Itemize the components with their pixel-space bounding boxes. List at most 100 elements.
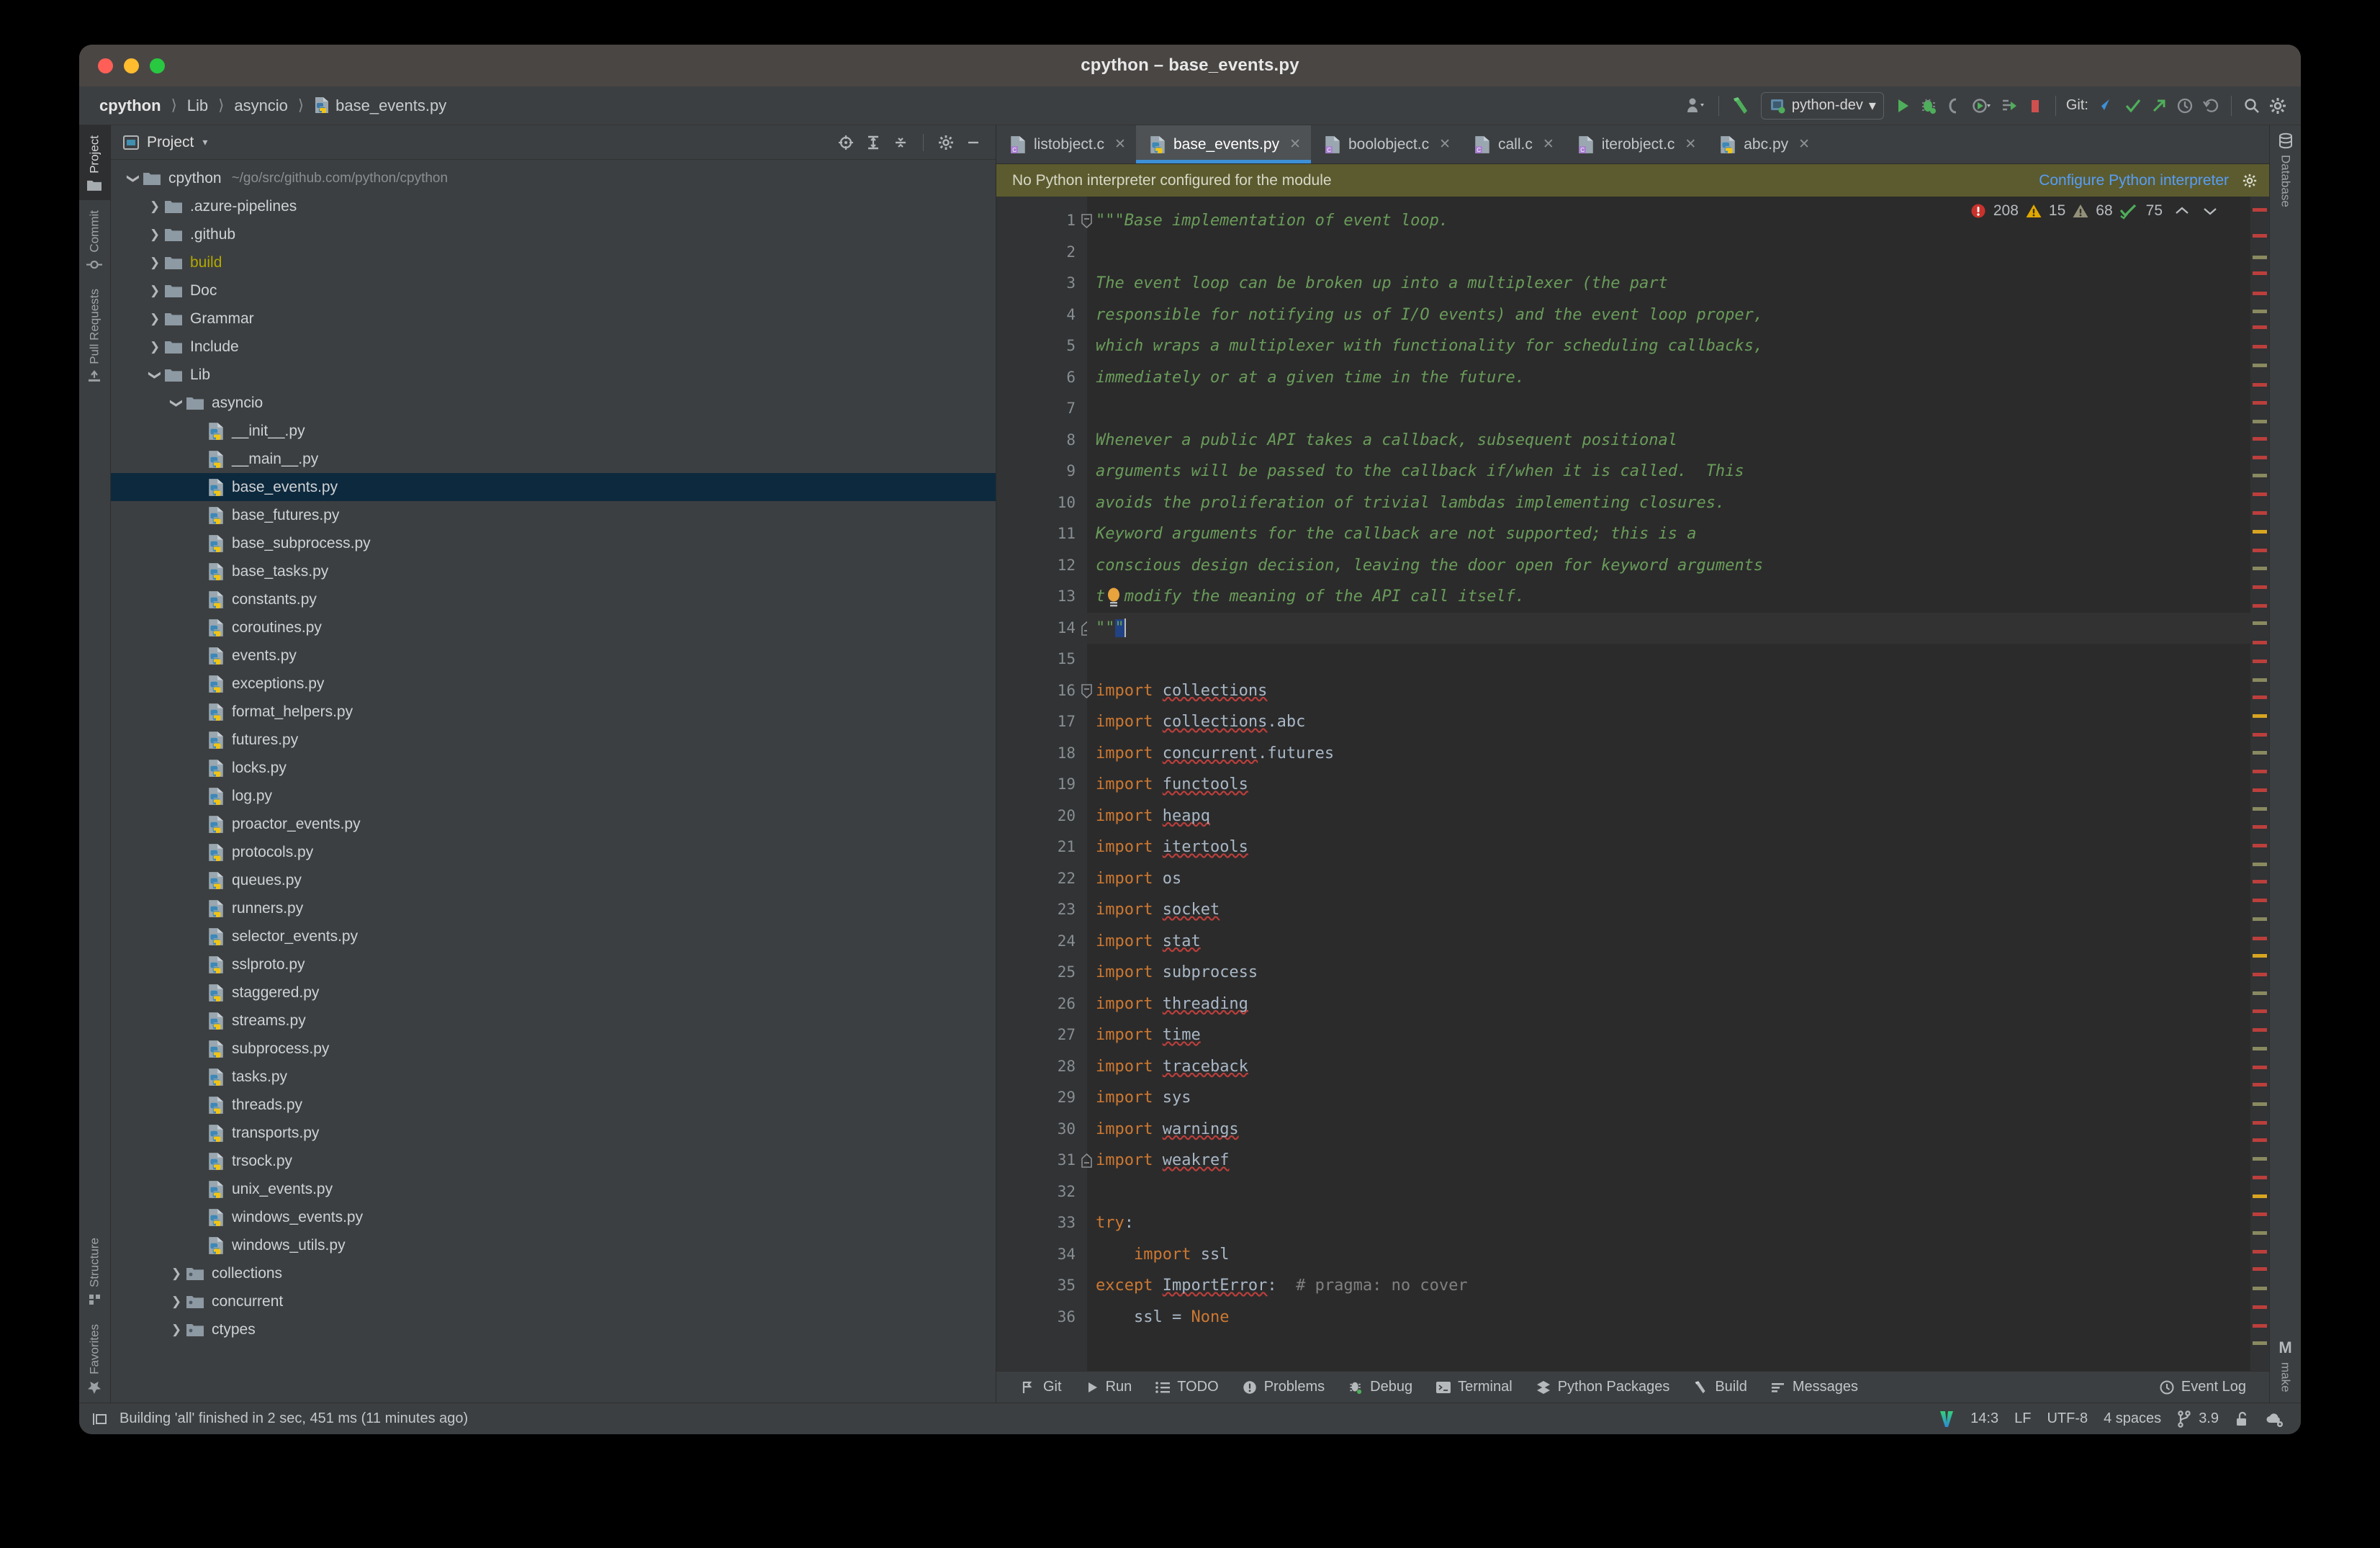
run-icon[interactable] xyxy=(1890,91,1916,120)
gear-icon[interactable] xyxy=(2265,91,2291,120)
tree-file-row[interactable]: tasks.py xyxy=(111,1063,996,1091)
sidebar-item-database[interactable]: Database xyxy=(2270,125,2301,217)
error-stripe-mark[interactable] xyxy=(2253,1027,2267,1032)
close-tab-icon[interactable]: ✕ xyxy=(1798,136,1810,153)
chevron-right-icon[interactable]: ❯ xyxy=(145,284,164,298)
code-line[interactable]: import warnings xyxy=(1087,1114,2250,1146)
twb-item-messages[interactable]: Messages xyxy=(1759,1379,1870,1395)
chevron-down-icon[interactable] xyxy=(2201,205,2219,217)
error-stripe-scrollbar[interactable] xyxy=(2250,197,2269,1371)
twb-item-build[interactable]: Build xyxy=(1681,1379,1758,1395)
project-tree[interactable]: ❯ cpython ~/go/src/github.com/python/cpyth… xyxy=(111,160,996,1403)
inspections-widget[interactable]: 208 15 68 75 xyxy=(1970,202,2219,220)
error-stripe-mark[interactable] xyxy=(2253,1102,2267,1106)
history-icon[interactable] xyxy=(2172,91,2198,120)
tree-file-row[interactable]: base_futures.py xyxy=(111,501,996,529)
line-number[interactable]: 8 xyxy=(996,425,1087,456)
code-line[interactable]: """ xyxy=(1087,612,2250,644)
error-stripe-mark[interactable] xyxy=(2253,733,2267,737)
error-stripe-mark[interactable] xyxy=(2253,271,2267,276)
chevron-down-icon[interactable]: ❯ xyxy=(169,394,184,413)
intention-bulb-icon[interactable] xyxy=(1106,587,1122,607)
debug-icon[interactable] xyxy=(1916,91,1942,120)
error-stripe-mark[interactable] xyxy=(2253,1009,2267,1013)
window-controls[interactable] xyxy=(98,58,165,73)
line-number[interactable]: 36 xyxy=(996,1302,1087,1333)
gear-icon[interactable] xyxy=(2242,173,2258,189)
twb-item-event-log[interactable]: Event Log xyxy=(2147,1379,2258,1395)
attach-process-icon[interactable] xyxy=(1942,91,1967,120)
gear-icon[interactable] xyxy=(934,130,958,155)
tree-file-row[interactable]: subprocess.py xyxy=(111,1035,996,1063)
error-stripe-mark[interactable] xyxy=(2253,325,2267,330)
line-number[interactable]: 5 xyxy=(996,330,1087,362)
editor-tab-abc-py[interactable]: abc.py ✕ xyxy=(1706,125,1820,163)
error-stripe-mark[interactable] xyxy=(2253,473,2267,477)
line-number[interactable]: 15 xyxy=(996,644,1087,675)
cloud-settings-icon[interactable] xyxy=(2265,1410,2285,1428)
error-stripe-mark[interactable] xyxy=(2253,292,2267,296)
tree-file-row[interactable]: exceptions.py xyxy=(111,670,996,698)
code-line[interactable]: t modify the meaning of the API call its… xyxy=(1087,581,2250,613)
tree-file-row[interactable]: queues.py xyxy=(111,866,996,894)
breadcrumb-item-asyncio[interactable]: asyncio xyxy=(230,95,292,117)
sidebar-item-favorites[interactable]: Favorites xyxy=(79,1314,110,1403)
close-tab-icon[interactable]: ✕ xyxy=(1543,136,1554,153)
tree-folder-row[interactable]: ❯ build xyxy=(111,248,996,276)
line-number[interactable]: 23 xyxy=(996,894,1087,926)
error-stripe-mark[interactable] xyxy=(2253,234,2267,238)
breadcrumb-item-cpython[interactable]: cpython xyxy=(95,95,166,117)
tree-file-row[interactable]: format_helpers.py xyxy=(111,698,996,726)
code-line[interactable]: import collections.abc xyxy=(1087,706,2250,738)
error-stripe-mark[interactable] xyxy=(2253,363,2267,367)
code-line[interactable]: import concurrent.futures xyxy=(1087,738,2250,770)
line-number[interactable]: 4 xyxy=(996,300,1087,331)
line-number[interactable]: 19 xyxy=(996,769,1087,801)
editor-tab-base-events-py[interactable]: base_events.py ✕ xyxy=(1135,125,1312,163)
close-tab-icon[interactable]: ✕ xyxy=(1114,136,1126,153)
error-stripe-mark[interactable] xyxy=(2253,1250,2267,1254)
code-line[interactable]: except ImportError: # pragma: no cover xyxy=(1087,1270,2250,1302)
line-number[interactable]: 30 xyxy=(996,1114,1087,1146)
configure-interpreter-link[interactable]: Configure Python interpreter xyxy=(2039,172,2229,189)
sidebar-item-pull-requests[interactable]: Pull Requests xyxy=(79,279,110,391)
line-number[interactable]: 10 xyxy=(996,487,1087,519)
twb-item-todo[interactable]: TODO xyxy=(1143,1379,1230,1395)
error-stripe-mark[interactable] xyxy=(2253,456,2267,460)
line-number[interactable]: 6 xyxy=(996,362,1087,394)
twb-item-python-packages[interactable]: Python Packages xyxy=(1524,1379,1682,1395)
build-status-icon[interactable] xyxy=(92,1411,109,1427)
minimize-window-button[interactable] xyxy=(124,58,139,73)
code-line[interactable]: import sys xyxy=(1087,1082,2250,1114)
error-stripe-mark[interactable] xyxy=(2253,714,2267,719)
tree-file-row[interactable]: threads.py xyxy=(111,1091,996,1119)
branch-widget[interactable]: 3.9 xyxy=(2177,1410,2219,1428)
breadcrumb-item-lib[interactable]: Lib xyxy=(183,95,212,117)
tree-file-row[interactable]: base_events.py xyxy=(111,473,996,501)
run-with-coverage-icon[interactable] xyxy=(1967,91,1996,120)
error-stripe-mark[interactable] xyxy=(2253,1286,2267,1290)
error-stripe-mark[interactable] xyxy=(2253,309,2267,313)
error-stripe-mark[interactable] xyxy=(2253,750,2267,755)
vim-mode-icon[interactable] xyxy=(1939,1410,1955,1428)
error-stripe-mark[interactable] xyxy=(2253,621,2267,626)
error-stripe-mark[interactable] xyxy=(2253,953,2267,958)
tree-folder-row[interactable]: ❯ Grammar xyxy=(111,305,996,333)
breadcrumb-item-base-events[interactable]: base_events.py xyxy=(310,95,451,117)
tree-file-row[interactable]: protocols.py xyxy=(111,838,996,866)
code-line[interactable]: The event loop can be broken up into a m… xyxy=(1087,268,2250,300)
code-text-area[interactable]: """Base implementation of event loop. The… xyxy=(1087,197,2250,1371)
hide-icon[interactable] xyxy=(961,130,986,155)
error-stripe-mark[interactable] xyxy=(2253,603,2267,608)
code-line[interactable]: responsible for notifying us of I/O even… xyxy=(1087,300,2250,331)
error-stripe-mark[interactable] xyxy=(2253,640,2267,644)
code-line[interactable]: avoids the proliferation of trivial lamb… xyxy=(1087,487,2250,519)
tree-folder-row[interactable]: ❯ cpython ~/go/src/github.com/python/cpyth… xyxy=(111,164,996,192)
error-stripe-mark[interactable] xyxy=(2253,991,2267,996)
code-line[interactable]: which wraps a multiplexer with functiona… xyxy=(1087,330,2250,362)
line-number[interactable]: 33 xyxy=(996,1207,1087,1239)
error-stripe-mark[interactable] xyxy=(2253,492,2267,496)
error-stripe-mark[interactable] xyxy=(2253,678,2267,682)
tree-file-row[interactable]: windows_utils.py xyxy=(111,1231,996,1259)
line-number[interactable]: 17 xyxy=(996,706,1087,738)
